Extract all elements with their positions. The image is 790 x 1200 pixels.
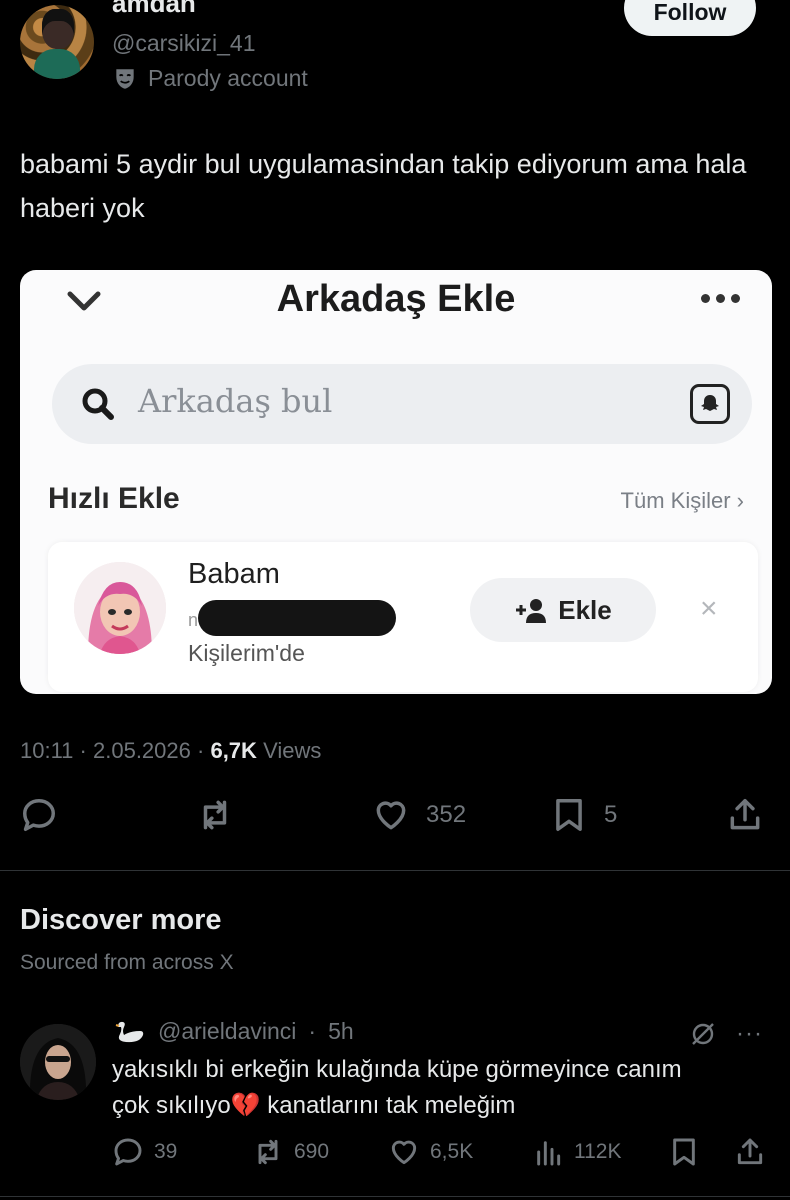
post2-reply-count: 39 <box>154 1140 178 1163</box>
chevron-right-icon: › <box>736 488 744 513</box>
divider <box>0 870 790 871</box>
dismiss-icon: × <box>700 592 718 625</box>
post2-text-line1: yakısıklı bi erkeğin kulağında küpe görm… <box>112 1056 682 1083</box>
more-dots-icon <box>701 294 740 303</box>
media-contact-name: Babam <box>188 558 280 590</box>
post2-header: @arieldavinci · 5h <box>112 1018 354 1045</box>
post2-handle[interactable]: @arieldavinci <box>158 1018 296 1045</box>
media-title: Arkadaş Ekle <box>276 278 516 320</box>
post2-text-line2-a: çok sıkılıyo <box>112 1092 231 1119</box>
bookmark-count: 5 <box>604 801 618 828</box>
swan-icon <box>115 1021 144 1042</box>
bitmoji-avatar <box>74 562 166 654</box>
broken-heart-icon: 💔 <box>230 1092 261 1119</box>
tweet-text: babami 5 aydir bul uygulamasindan takip … <box>20 149 747 223</box>
tweet-date: 2.05.2026 <box>93 738 191 763</box>
grok-icon[interactable] <box>690 1021 716 1047</box>
post2-bookmark-button[interactable] <box>668 1136 700 1168</box>
media-add-friend-button: Ekle <box>470 578 656 642</box>
media-contact-source: Kişilerim'de <box>188 640 305 666</box>
ghost-icon <box>690 384 730 424</box>
post2-reply-button[interactable]: 39 <box>112 1136 177 1168</box>
bookmark-icon <box>556 799 582 831</box>
post2-repost-count: 690 <box>294 1140 330 1163</box>
reply-icon <box>114 1138 142 1166</box>
theater-mask-icon <box>116 68 134 89</box>
bookmark-button[interactable]: 5 <box>550 796 617 834</box>
views-chart-icon <box>537 1141 561 1166</box>
media-search-bar: Arkadaş bul <box>52 364 752 444</box>
post2-avatar[interactable] <box>20 1024 96 1100</box>
post2-time: 5h <box>328 1018 354 1044</box>
media-search-placeholder: Arkadaş bul <box>138 382 333 420</box>
bookmark-icon <box>673 1138 695 1166</box>
post2-views-count: 112K <box>574 1140 622 1163</box>
share-icon <box>730 799 760 830</box>
share-button[interactable] <box>726 796 764 834</box>
tweet-media-image[interactable]: Arkadaş Ekle Arkadaş bul Hızlı Ekle Tüm … <box>20 270 772 694</box>
like-count: 352 <box>426 801 467 828</box>
post2-like-count: 6,5K <box>430 1140 474 1163</box>
follow-button[interactable]: Follow <box>624 0 756 36</box>
media-contact-card: Babam n Kişilerim'de Ekle × <box>48 542 758 692</box>
share-icon <box>737 1138 763 1165</box>
author-avatar[interactable] <box>20 5 94 79</box>
media-contact-username-initial: n <box>188 610 199 630</box>
post2-repost-button[interactable]: 690 <box>252 1136 329 1168</box>
tweet-time: 10:11 <box>20 738 74 763</box>
post2-text: yakısıklı bi erkeğin kulağında küpe görm… <box>112 1052 772 1124</box>
post2-top-icons: ··· <box>690 1020 763 1048</box>
repost-button[interactable] <box>196 796 234 834</box>
search-icon <box>82 388 114 420</box>
heart-icon <box>391 1140 417 1165</box>
like-button[interactable]: 352 <box>372 796 466 834</box>
tweet-meta: 10:11 · 2.05.2026 · 6,7K Views <box>20 738 322 763</box>
media-add-label: Ekle <box>558 594 612 625</box>
parody-text: Parody account <box>148 65 308 91</box>
parody-label: Parody account <box>112 65 308 92</box>
repost-icon <box>258 1139 278 1165</box>
divider <box>0 1196 790 1197</box>
repost-icon <box>203 800 227 830</box>
post2-views-button[interactable]: 112K <box>532 1136 622 1168</box>
media-all-contacts: Tüm Kişiler › <box>621 488 744 514</box>
post2-share-button[interactable] <box>734 1136 766 1168</box>
tweet-views-count: 6,7K <box>210 738 257 763</box>
post2-action-bar: 39 690 6,5K 112K <box>112 1136 772 1170</box>
more-icon[interactable]: ··· <box>736 1020 763 1048</box>
heart-icon <box>376 801 406 830</box>
post2-like-button[interactable]: 6,5K <box>388 1136 473 1168</box>
author-display-name[interactable]: amdan <box>112 0 196 19</box>
reply-button[interactable] <box>20 796 58 834</box>
reply-icon <box>23 799 55 831</box>
add-person-icon <box>516 599 547 623</box>
discover-heading: Discover more <box>20 904 222 936</box>
tweet-views-label: Views <box>263 738 322 763</box>
redaction-bar <box>198 600 396 636</box>
post2-text-line2-b: kanatlarını tak meleğim <box>260 1092 516 1119</box>
discover-subtitle: Sourced from across X <box>20 951 234 974</box>
media-all-contacts-label: Tüm Kişiler <box>620 488 731 513</box>
author-handle[interactable]: @carsikizi_41 <box>112 30 256 57</box>
tweet-action-bar: 352 5 <box>20 796 770 840</box>
media-quick-add-heading: Hızlı Ekle <box>48 482 180 515</box>
